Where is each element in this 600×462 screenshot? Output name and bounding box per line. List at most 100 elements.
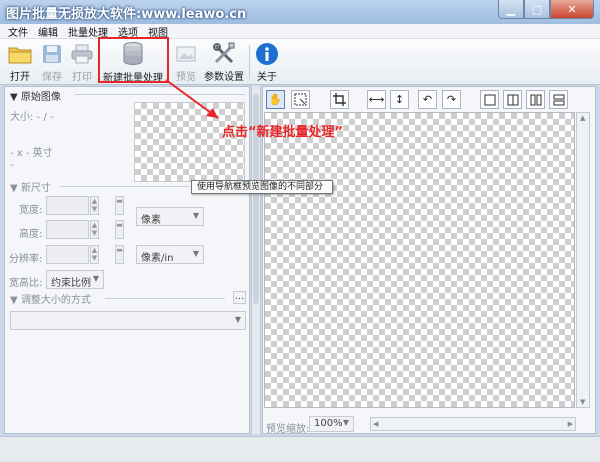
close-button[interactable]: ✕ <box>550 0 594 19</box>
width-stepper[interactable]: ▲ ▼ <box>90 196 99 215</box>
preview-zoom-label: 预览缩放: <box>266 424 310 435</box>
aspect-label: 宽高比: <box>9 278 43 289</box>
save-icon <box>39 41 65 66</box>
stacked-view-icon <box>553 94 564 105</box>
unit-select-value: 像素 <box>141 215 161 226</box>
menu-file[interactable]: 文件 <box>8 24 28 39</box>
scroll-up-icon[interactable]: ▲ <box>580 114 585 122</box>
horizontal-scrollbar[interactable]: ◀ ▶ <box>370 417 576 431</box>
save-button[interactable]: 保存 <box>38 41 66 83</box>
resolution-stepper[interactable]: ▲ ▼ <box>90 245 99 264</box>
maximize-icon: □ <box>531 2 543 16</box>
divider <box>75 94 245 95</box>
more-icon: ... <box>234 291 245 302</box>
tools-icon <box>211 41 237 66</box>
unit-select[interactable]: 像素 ▼ <box>136 207 204 226</box>
original-dash-text: - <box>10 160 14 171</box>
crop-icon <box>333 93 346 106</box>
resize-method-more-button[interactable]: ... <box>233 291 246 304</box>
single-view-icon <box>484 94 495 105</box>
select-tool-button[interactable] <box>291 90 310 109</box>
open-label: 打开 <box>10 72 30 83</box>
original-thumbnail <box>134 102 245 182</box>
flip-vertical-button[interactable]: ↕ <box>390 90 409 109</box>
stacked-view-button[interactable] <box>549 90 568 109</box>
hand-tool-button[interactable]: ✋ <box>266 90 285 109</box>
original-dims-text: - x - 英寸 <box>10 148 53 159</box>
window-title: 图片批量无损放大软件:www.leawo.cn <box>6 7 247 22</box>
rotate-left-icon: ↶ <box>422 93 433 106</box>
preview-label: 预览 <box>176 72 196 83</box>
title-bar: 图片批量无损放大软件:www.leawo.cn ▁ □ ✕ <box>0 0 600 24</box>
annotation-text: 点击“新建批量处理” <box>222 125 344 140</box>
chevron-down-icon: ▼ <box>342 418 349 427</box>
width-label: 宽度: <box>19 205 43 216</box>
printer-icon <box>69 41 95 66</box>
rotate-right-icon: ↷ <box>446 93 457 106</box>
crop-button[interactable] <box>330 90 349 109</box>
side-by-side-button[interactable] <box>526 90 545 109</box>
chevron-down-icon: ▼ <box>92 274 99 283</box>
divider <box>60 186 190 187</box>
preview-zoom-value: 100% <box>314 418 343 429</box>
single-view-button[interactable] <box>480 90 499 109</box>
open-button[interactable]: 打开 <box>6 41 34 83</box>
new-size-header[interactable]: ▼ 新尺寸 <box>10 179 51 194</box>
preview-zoom-select[interactable]: 100% ▼ <box>309 416 354 432</box>
about-button[interactable]: 关于 <box>254 41 280 83</box>
scroll-left-icon[interactable]: ◀ <box>373 420 378 428</box>
original-size-text: 大小: - / - <box>10 112 54 123</box>
menu-edit[interactable]: 编辑 <box>38 24 58 39</box>
close-icon: ✕ <box>567 2 577 16</box>
height-stepper[interactable]: ▲ ▼ <box>90 220 99 239</box>
resolution-unit-select[interactable]: 像素/in ▼ <box>136 245 204 264</box>
side-by-side-icon <box>530 94 541 105</box>
chevron-down-icon: ▼ <box>192 249 199 258</box>
print-button[interactable]: 打印 <box>68 41 96 83</box>
resize-method-header[interactable]: ▼ 调整大小的方式 <box>10 291 91 306</box>
scroll-right-icon[interactable]: ▶ <box>568 420 573 428</box>
split-view-button[interactable] <box>503 90 522 109</box>
print-label: 打印 <box>72 72 92 83</box>
vertical-arrows-icon: ↕ <box>394 93 405 106</box>
resolution-input[interactable] <box>46 245 89 264</box>
minimize-icon: ▁ <box>506 2 516 16</box>
resize-method-select[interactable]: ▼ <box>10 311 246 330</box>
rotate-right-button[interactable]: ↷ <box>442 90 461 109</box>
aspect-select[interactable]: 约束比例 ▼ <box>46 270 104 289</box>
divider <box>105 298 225 299</box>
window-controls: ▁ □ ✕ <box>498 0 594 19</box>
save-label: 保存 <box>42 72 62 83</box>
height-label: 高度: <box>19 229 43 240</box>
settings-button[interactable]: 参数设置 <box>203 41 245 83</box>
scroll-down-icon[interactable]: ▼ <box>580 398 585 406</box>
rotate-left-button[interactable]: ↶ <box>418 90 437 109</box>
height-input[interactable] <box>46 220 89 239</box>
about-label: 关于 <box>257 72 277 83</box>
aspect-select-value: 约束比例 <box>51 278 91 289</box>
chevron-down-icon: ▼ <box>192 211 199 220</box>
split-view-icon <box>507 94 518 105</box>
resolution-label: 分辨率: <box>9 254 43 265</box>
hand-icon: ✋ <box>268 93 283 106</box>
height-link-button[interactable]: ▬ <box>115 220 124 239</box>
preview-button[interactable]: 预览 <box>173 41 199 83</box>
horizontal-arrows-icon: ⟷ <box>368 93 385 106</box>
vertical-scrollbar[interactable]: ▲ ▼ <box>576 112 590 408</box>
original-image-header[interactable]: ▼ 原始图像 <box>10 88 61 103</box>
resolution-link-button[interactable]: ▬ <box>115 245 124 264</box>
preview-canvas[interactable] <box>264 112 575 408</box>
width-input[interactable] <box>46 196 89 215</box>
maximize-button[interactable]: □ <box>524 0 550 19</box>
navigator-tooltip: 使用导航框预览图像的不同部分 <box>191 180 333 194</box>
flip-horizontal-button[interactable]: ⟷ <box>367 90 386 109</box>
minimize-button[interactable]: ▁ <box>498 0 524 19</box>
width-link-button[interactable]: ▬ <box>115 196 124 215</box>
chevron-down-icon: ▼ <box>234 315 241 324</box>
new-batch-highlight <box>98 37 169 83</box>
toolbar: 打开 保存 打印 新建批量处理 预览 参数设置 关于 <box>0 39 600 85</box>
marquee-icon <box>294 93 307 106</box>
toolbar-separator <box>249 45 250 79</box>
status-bar <box>0 436 600 462</box>
settings-panel: ▼ 原始图像 大小: - / - - x - 英寸 - ▼ 新尺寸 宽度: ▲ ▼… <box>4 86 250 434</box>
